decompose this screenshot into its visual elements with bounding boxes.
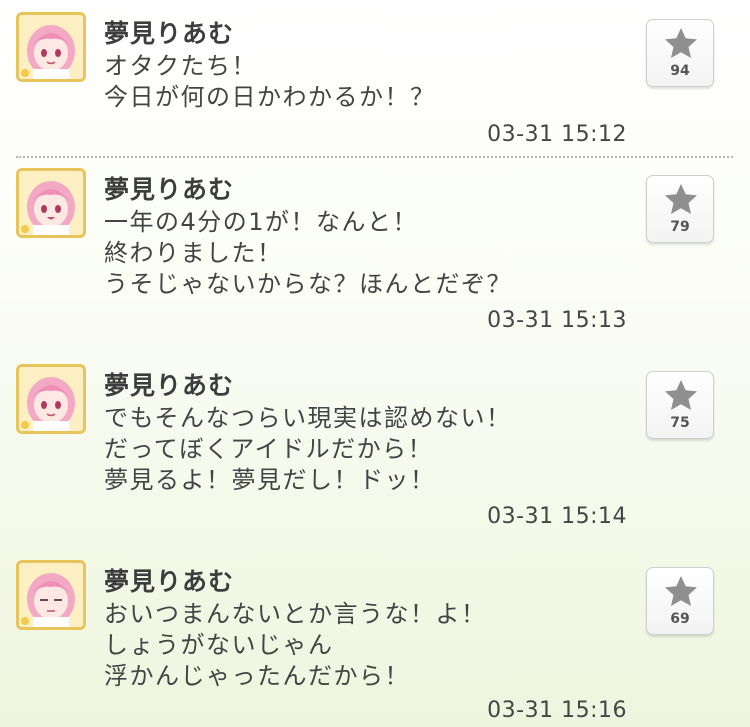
post-text-line: うそじゃないからな？ほんとだぞ？	[104, 270, 512, 298]
post-text-line: 終わりました！	[104, 239, 283, 267]
star-button[interactable]: 79	[646, 175, 714, 243]
post-timestamp: 03-31 15:12	[487, 122, 627, 147]
post-text-line: 一年の4分の1が！なんと！	[104, 208, 419, 236]
post-body: でもそんなつらい現実は認めない！ だってぼくアイドルだから！ 夢見るよ！夢見だし…	[104, 403, 512, 496]
star-button[interactable]: 69	[646, 567, 714, 635]
post-body: オタクたち！ 今日が何の日かわかるか！？	[104, 51, 436, 113]
avatar-icon[interactable]	[16, 12, 86, 82]
avatar-icon[interactable]	[16, 168, 86, 238]
avatar-icon[interactable]	[16, 560, 86, 630]
post-text-line: だってぼくアイドルだから！	[104, 435, 434, 463]
post-body: おいつまんないとか言うな！よ！ しょうがないじゃん 浮かんじゃったんだから！	[104, 599, 487, 692]
post-text-line: おいつまんないとか言うな！よ！	[104, 600, 487, 628]
star-icon	[665, 184, 697, 214]
post-text-line: しょうがないじゃん	[104, 631, 334, 659]
post-timestamp: 03-31 15:14	[487, 504, 627, 529]
avatar-icon[interactable]	[16, 364, 86, 434]
post-timestamp: 03-31 15:13	[487, 308, 627, 333]
star-count: 69	[670, 611, 690, 627]
post-text-line: 今日が何の日かわかるか！？	[104, 83, 436, 111]
star-count: 79	[670, 219, 690, 235]
star-icon	[665, 380, 697, 410]
message-feed: 夢見りあむ オタクたち！ 今日が何の日かわかるか！？ 03-31 15:12 9…	[0, 0, 750, 727]
author-name: 夢見りあむ	[104, 567, 235, 596]
post-body: 一年の4分の1が！なんと！ 終わりました！ うそじゃないからな？ほんとだぞ？	[104, 207, 512, 300]
star-icon	[665, 576, 697, 606]
post-text-line: 夢見るよ！夢見だし！ドッ！	[104, 466, 436, 494]
post-text-line: でもそんなつらい現実は認めない！	[104, 404, 512, 432]
post-text-line: 浮かんじゃったんだから！	[104, 662, 410, 690]
post-timestamp: 03-31 15:16	[487, 698, 627, 723]
star-button[interactable]: 94	[646, 19, 714, 87]
author-name: 夢見りあむ	[104, 175, 235, 204]
feed-post: 夢見りあむ 一年の4分の1が！なんと！ 終わりました！ うそじゃないからな？ほん…	[0, 156, 750, 352]
post-text-line: オタクたち！	[104, 52, 257, 80]
feed-post: 夢見りあむ でもそんなつらい現実は認めない！ だってぼくアイドルだから！ 夢見る…	[0, 352, 750, 548]
author-name: 夢見りあむ	[104, 19, 235, 48]
feed-post: 夢見りあむ オタクたち！ 今日が何の日かわかるか！？ 03-31 15:12 9…	[0, 0, 750, 156]
star-count: 75	[670, 415, 690, 431]
star-icon	[665, 28, 697, 58]
star-count: 94	[670, 63, 690, 79]
author-name: 夢見りあむ	[104, 371, 235, 400]
feed-post: 夢見りあむ おいつまんないとか言うな！よ！ しょうがないじゃん 浮かんじゃったん…	[0, 548, 750, 727]
star-button[interactable]: 75	[646, 371, 714, 439]
